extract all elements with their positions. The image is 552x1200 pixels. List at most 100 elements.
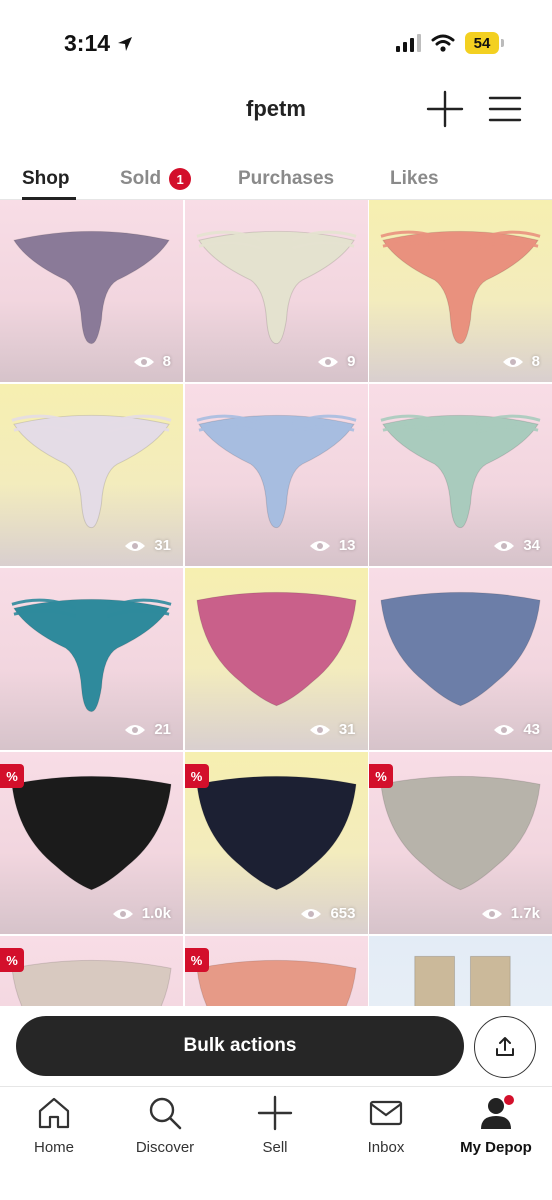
view-count: 9	[317, 353, 356, 370]
view-count: 8	[133, 353, 171, 370]
view-count-text: 9	[347, 353, 356, 370]
tab-sold[interactable]: Sold 1	[120, 168, 192, 190]
eye-icon	[133, 356, 154, 367]
listing-tile[interactable]: 31	[184, 568, 368, 750]
view-count: 1.0k	[112, 905, 171, 922]
listing-photo	[11, 959, 172, 1006]
tab-sold-label: Sold	[120, 168, 162, 189]
clock-text: 3:14	[64, 30, 111, 56]
tab-likes[interactable]: Likes	[390, 168, 439, 190]
share-button[interactable]	[474, 1016, 536, 1078]
eye-icon	[502, 356, 523, 367]
eye-icon	[125, 540, 146, 551]
nav-discover[interactable]: Discover	[115, 1093, 215, 1156]
eye-icon	[318, 356, 339, 367]
view-count-text: 1.0k	[141, 905, 171, 922]
view-count-text: 8	[162, 353, 171, 370]
view-count-text: 8	[531, 353, 540, 370]
home-icon	[34, 1093, 74, 1133]
view-count: 43	[493, 721, 540, 738]
mail-icon	[366, 1093, 406, 1133]
listing-tile[interactable]: % 1.7k	[369, 752, 552, 934]
eye-icon	[481, 908, 502, 919]
view-count-text: 31	[154, 537, 171, 554]
wifi-icon	[431, 34, 455, 52]
listings-grid: 8 9 8 31 13 34 21 31 43% 1.0k% 653% 1.7k%%	[0, 200, 552, 1006]
listing-tile[interactable]: 31	[0, 384, 183, 566]
listing-tile[interactable]: 9	[184, 200, 368, 382]
battery-indicator: 54	[465, 32, 504, 54]
status-bar: 3:14 54	[0, 0, 552, 88]
view-count: 13	[309, 537, 356, 554]
eye-icon	[494, 540, 515, 551]
sold-count-badge: 1	[169, 168, 192, 190]
add-listing-button[interactable]	[426, 90, 464, 128]
sale-badge: %	[369, 764, 393, 788]
tab-shop-label: Shop	[22, 168, 70, 189]
sale-badge: %	[184, 948, 209, 972]
listing-photo	[380, 591, 541, 707]
tab-shop[interactable]: Shop	[22, 168, 70, 190]
listing-photo	[196, 414, 356, 529]
listing-tile[interactable]: %	[184, 936, 368, 1006]
page-title: fpetm	[246, 96, 306, 121]
listing-tile[interactable]: 8	[0, 200, 183, 382]
view-count-text: 653	[330, 905, 356, 922]
eye-icon	[125, 724, 146, 735]
eye-icon	[112, 908, 133, 919]
listing-photo	[195, 591, 357, 707]
eye-icon	[309, 540, 330, 551]
listing-tile[interactable]	[369, 936, 552, 1006]
profile-header: fpetm	[0, 86, 552, 134]
hamburger-icon	[488, 96, 522, 122]
view-count: 31	[124, 537, 171, 554]
listing-tile[interactable]: 34	[369, 384, 552, 566]
listing-photo	[196, 230, 356, 345]
status-indicators: 54	[395, 32, 504, 54]
nav-inbox[interactable]: Inbox	[336, 1093, 436, 1156]
listing-photo	[380, 414, 541, 529]
nav-home[interactable]: Home	[4, 1093, 104, 1156]
bulk-actions-button[interactable]: Bulk actions	[16, 1016, 464, 1076]
listing-tile[interactable]: 13	[184, 384, 368, 566]
sale-badge: %	[0, 764, 24, 788]
plus-icon	[426, 90, 464, 128]
listing-tile[interactable]: 21	[0, 568, 183, 750]
tab-purchases-label: Purchases	[238, 168, 335, 189]
nav-discover-label: Discover	[135, 1139, 195, 1156]
view-count-text: 34	[523, 537, 540, 554]
view-count: 8	[502, 353, 540, 370]
status-time: 3:14	[64, 30, 134, 57]
view-count: 1.7k	[481, 905, 540, 922]
listing-photo	[11, 414, 172, 529]
listing-photo	[195, 775, 357, 891]
listing-photo	[380, 230, 541, 345]
listing-tile[interactable]: 8	[369, 200, 552, 382]
share-icon	[496, 1037, 514, 1056]
nav-my-depop-label: My Depop	[460, 1139, 532, 1156]
tab-purchases[interactable]: Purchases	[238, 168, 334, 190]
battery-level: 54	[465, 32, 499, 54]
view-count: 34	[493, 537, 540, 554]
eye-icon	[301, 908, 322, 919]
menu-button[interactable]	[488, 92, 522, 126]
signal-icon	[396, 34, 421, 52]
listing-tile[interactable]: %	[0, 936, 183, 1006]
nav-home-label: Home	[33, 1139, 74, 1156]
view-count-text: 13	[338, 537, 356, 554]
listing-photo	[195, 959, 357, 1006]
profile-icon	[476, 1093, 516, 1133]
action-bar: Bulk actions	[0, 1006, 552, 1086]
search-icon	[145, 1093, 185, 1133]
nav-inbox-label: Inbox	[367, 1139, 405, 1156]
tab-likes-label: Likes	[390, 168, 439, 189]
listing-tile[interactable]: % 1.0k	[0, 752, 183, 934]
view-count-text: 43	[523, 721, 540, 738]
profile-tabs: Shop Sold 1 Purchases Likes	[0, 160, 552, 200]
nav-my-depop[interactable]: My Depop	[446, 1093, 546, 1156]
sale-badge: %	[0, 948, 24, 972]
bottom-nav: Home Discover Sell Inbox My Depop	[0, 1086, 552, 1200]
listing-tile[interactable]: 43	[369, 568, 552, 750]
nav-sell[interactable]: Sell	[225, 1093, 325, 1156]
listing-tile[interactable]: % 653	[184, 752, 368, 934]
